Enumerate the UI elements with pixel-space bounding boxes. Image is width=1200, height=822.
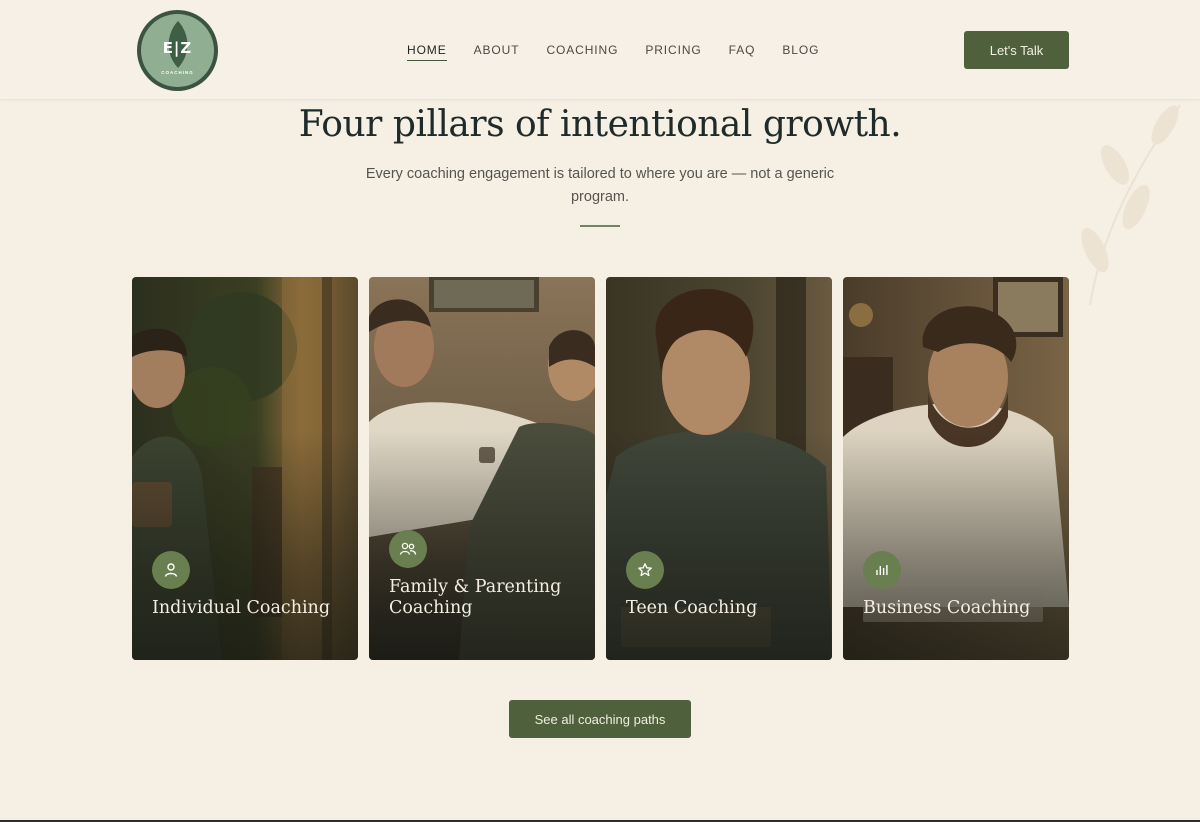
card-title: Teen Coaching xyxy=(626,598,758,618)
card-title: Individual Coaching xyxy=(152,598,331,618)
card-title: Family & Parenting Coaching xyxy=(389,577,562,618)
logo[interactable]: E|Z COACHING xyxy=(137,10,218,91)
nav-home[interactable]: HOME xyxy=(407,43,447,61)
card-family-parenting-coaching[interactable]: Family & Parenting Coaching xyxy=(369,277,595,660)
logo-tagline: COACHING xyxy=(161,70,194,75)
see-all-coaching-paths-button[interactable]: See all coaching paths xyxy=(509,700,691,738)
people-icon xyxy=(389,530,427,568)
title-divider xyxy=(580,225,620,227)
card-individual-coaching[interactable]: Individual Coaching xyxy=(132,277,358,660)
lets-talk-button[interactable]: Let's Talk xyxy=(964,31,1069,69)
logo-badge: E|Z COACHING xyxy=(141,14,214,87)
nav-coaching[interactable]: COACHING xyxy=(546,43,618,61)
nav-faq[interactable]: FAQ xyxy=(729,43,756,61)
card-title: Business Coaching xyxy=(863,598,1031,618)
nav-about[interactable]: ABOUT xyxy=(474,43,520,61)
section-subtitle: Every coaching engagement is tailored to… xyxy=(365,166,835,205)
card-teen-coaching[interactable]: Teen Coaching xyxy=(606,277,832,660)
bar-chart-icon xyxy=(863,551,901,589)
main-nav: HOME ABOUT COACHING PRICING FAQ BLOG xyxy=(407,43,846,61)
logo-mark: E|Z xyxy=(162,39,193,57)
nav-pricing[interactable]: PRICING xyxy=(645,43,701,61)
star-icon xyxy=(626,551,664,589)
card-business-coaching[interactable]: Business Coaching xyxy=(843,277,1069,660)
person-icon xyxy=(152,551,190,589)
decorative-branch xyxy=(1081,104,1181,306)
nav-blog[interactable]: BLOG xyxy=(782,43,819,61)
section-title: Four pillars of intentional growth. xyxy=(298,104,902,145)
site-header: E|Z COACHING HOME ABOUT COACHING PRICING… xyxy=(0,0,1200,100)
